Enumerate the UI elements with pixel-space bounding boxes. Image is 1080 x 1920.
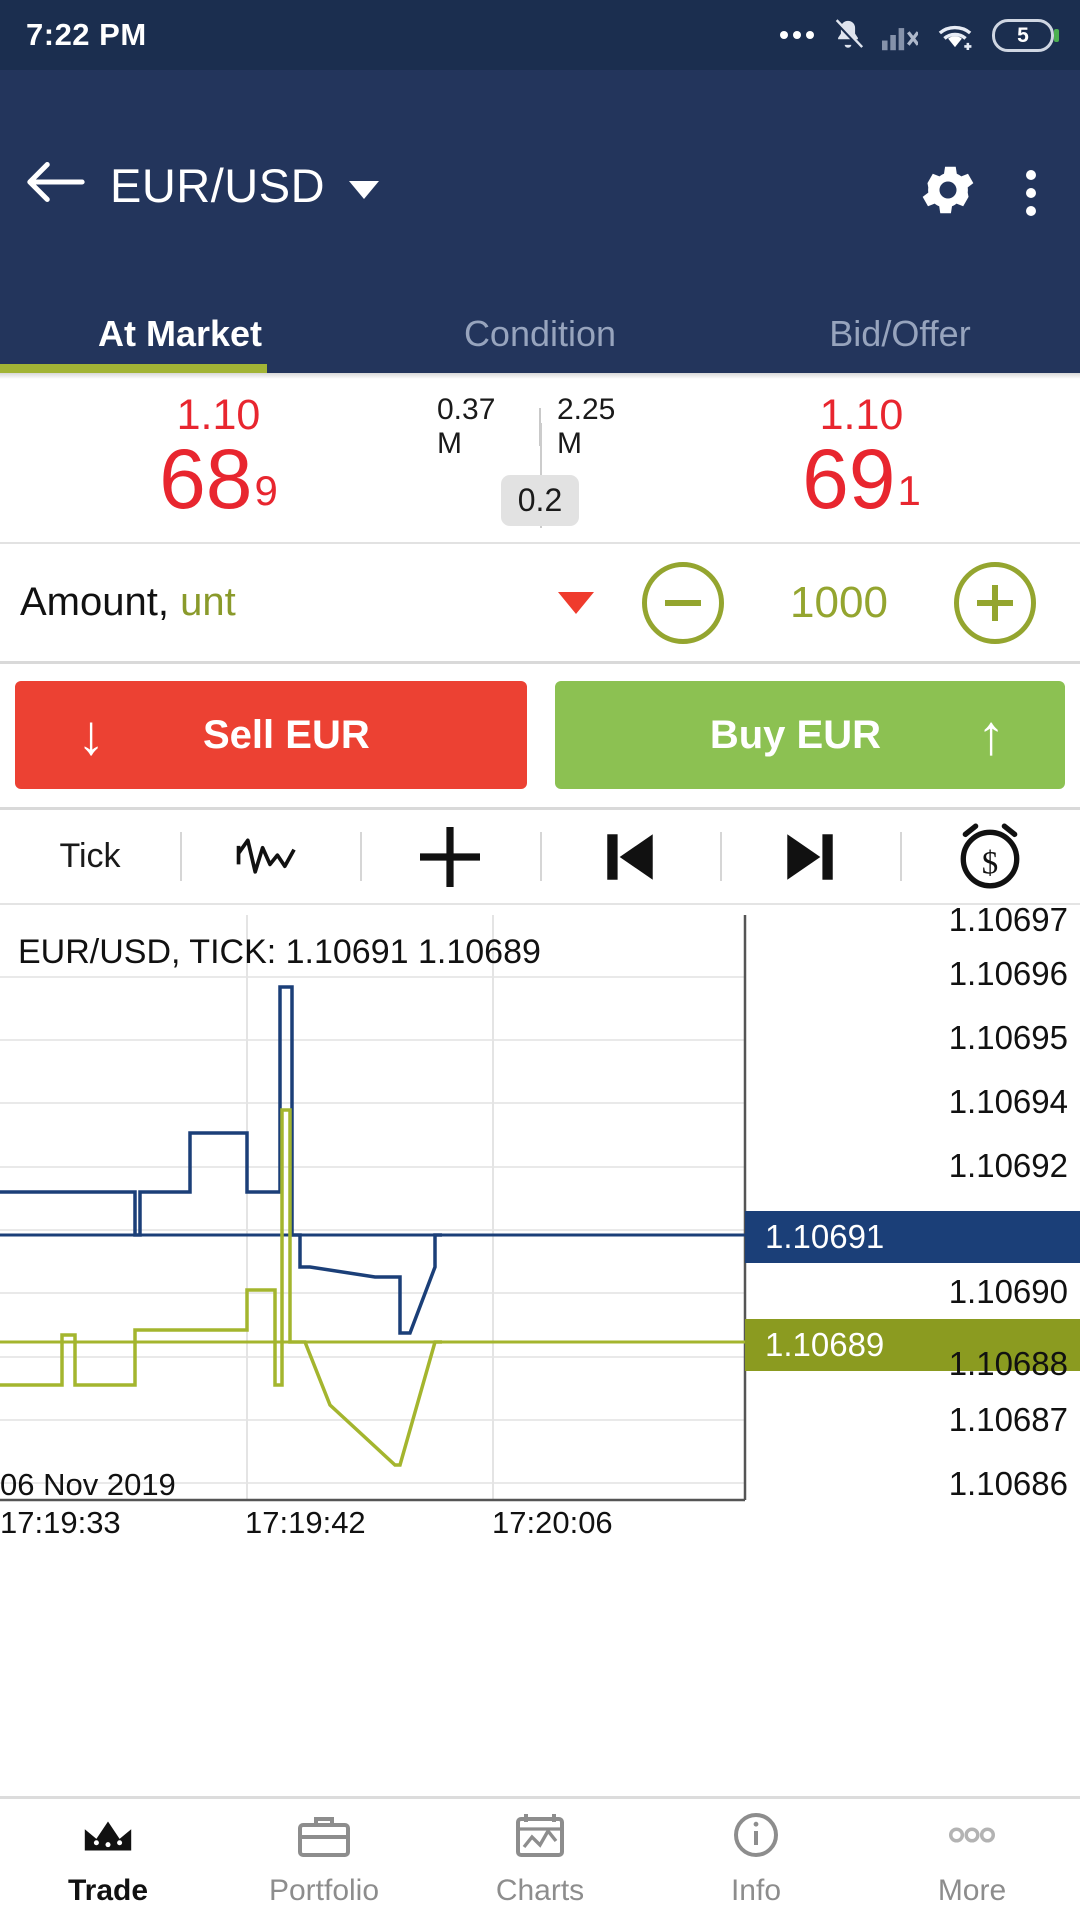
back-arrow-icon[interactable] — [0, 158, 110, 206]
buy-button[interactable]: Buy EUR ↑ — [555, 681, 1065, 789]
axis-tick: 1.10687 — [948, 1401, 1068, 1438]
nav-item-portfolio[interactable]: Portfolio — [216, 1799, 432, 1920]
minus-glyph — [665, 599, 701, 606]
spread-column: 0.37 M 2.25 M 0.2 — [437, 379, 643, 528]
nav-item-more[interactable]: More — [864, 1799, 1080, 1920]
ask-price-fraction: 1 — [897, 466, 921, 514]
order-type-tabs: At Market Condition Bid/Offer — [0, 295, 1080, 373]
amount-label-text: Amount, — [20, 580, 169, 624]
chevron-down-icon[interactable] — [349, 180, 380, 199]
active-tab-indicator — [0, 364, 267, 373]
quantity-increment-button[interactable] — [954, 561, 1036, 644]
price-chart[interactable]: EUR/USD, TICK: 1.10691 1.10689 06 Nov 20… — [0, 901, 1080, 1555]
quantity-decrement-button[interactable] — [642, 561, 724, 644]
bid-volume: 0.37 M — [437, 393, 496, 460]
status-icons: 5 — [780, 16, 1059, 54]
amount-unit: unt — [180, 580, 236, 624]
info-circle-icon — [730, 1811, 782, 1864]
axis-tick: 1.10686 — [948, 1465, 1068, 1502]
axis-tick: 1.10695 — [948, 1019, 1068, 1056]
axis-tick: 1.10692 — [948, 1147, 1068, 1184]
spread-badge: 0.2 — [500, 475, 580, 526]
nav-label-more: More — [937, 1874, 1007, 1907]
trade-crown-icon — [79, 1811, 137, 1864]
amount-row: Amount, unt 1000 — [0, 544, 1080, 664]
axis-tick: 1.10690 — [948, 1273, 1068, 1310]
chart-timeframe-label: Tick — [59, 837, 121, 875]
amount-label: Amount, unt — [20, 580, 236, 625]
crosshair-plus-icon[interactable] — [360, 810, 540, 903]
bid-price-fraction: 9 — [254, 466, 278, 514]
plus-glyph-v — [992, 584, 998, 621]
time-tick: 17:19:42 — [245, 1505, 366, 1540]
svg-text:$: $ — [982, 845, 998, 881]
tab-condition[interactable]: Condition — [360, 295, 720, 373]
skip-next-icon[interactable] — [720, 810, 900, 903]
skip-previous-icon[interactable] — [540, 810, 720, 903]
time-tick: 17:19:33 — [0, 1505, 121, 1540]
sell-button-label: Sell EUR — [203, 712, 370, 757]
chart-date-label: 06 Nov 2019 — [0, 1467, 176, 1502]
nav-label-charts: Charts — [495, 1874, 585, 1907]
bid-price-big: 68 — [159, 432, 253, 526]
nav-label-info: Info — [730, 1874, 782, 1907]
wifi-icon — [935, 18, 975, 52]
page-title: EUR/USD — [110, 159, 326, 212]
app-bar: EUR/USD — [0, 70, 1080, 295]
quote-panel: 1.10 68 9 0.37 M 2.25 M 0.2 1.10 69 1 — [0, 379, 1080, 544]
buy-button-label: Buy EUR — [709, 712, 881, 757]
chart-icon — [513, 1811, 567, 1864]
bell-muted-icon — [831, 16, 865, 54]
bottom-navigation: Trade Portfolio Charts Info More — [0, 1796, 1080, 1920]
briefcase-icon — [296, 1811, 352, 1864]
signal-off-icon — [882, 18, 918, 52]
more-dots-icon — [780, 31, 814, 39]
caret-down-icon[interactable] — [558, 591, 594, 614]
chart-toolbar: Tick $ — [0, 807, 1080, 905]
bid-quote[interactable]: 1.10 68 9 — [0, 379, 437, 526]
battery-icon: 5 — [992, 18, 1059, 52]
axis-tick: 1.10697 — [948, 901, 1068, 938]
nav-item-info[interactable]: Info — [648, 1799, 864, 1920]
sell-button[interactable]: ↓ Sell EUR — [15, 681, 527, 789]
kebab-menu-icon[interactable] — [1026, 169, 1036, 216]
quantity-value[interactable]: 1000 — [724, 578, 954, 628]
ask-price-big: 69 — [802, 432, 896, 526]
arrow-down-icon: ↓ — [77, 703, 105, 766]
status-bar: 7:22 PM 5 — [0, 0, 1080, 70]
tab-bid-offer[interactable]: Bid/Offer — [720, 295, 1080, 373]
axis-tick: 1.10696 — [948, 955, 1068, 992]
ask-price-badge: 1.10691 — [745, 1211, 1080, 1263]
ask-quote[interactable]: 1.10 69 1 — [643, 379, 1080, 526]
price-axis: 1.10697 1.10696 1.10695 1.10694 1.10692 … — [745, 901, 1080, 1555]
arrow-up-icon: ↑ — [977, 703, 1005, 766]
axis-tick: 1.10688 — [948, 1345, 1068, 1382]
nav-item-trade[interactable]: Trade — [0, 1799, 216, 1920]
time-tick: 17:20:06 — [492, 1505, 613, 1540]
nav-item-charts[interactable]: Charts — [432, 1799, 648, 1920]
more-dots-icon — [943, 1811, 1001, 1864]
chart-title: EUR/USD, TICK: 1.10691 1.10689 — [18, 933, 541, 971]
gear-icon[interactable] — [916, 158, 980, 227]
ask-price-main: 69 1 — [802, 432, 921, 526]
bid-price-main: 68 9 — [159, 432, 278, 526]
tab-at-market[interactable]: At Market — [0, 295, 360, 373]
trade-actions: ↓ Sell EUR Buy EUR ↑ — [0, 664, 1080, 807]
symbol-selector[interactable]: EUR/USD — [110, 158, 380, 213]
ask-volume: 2.25 M — [556, 393, 616, 460]
price-alert-clock-icon[interactable]: $ — [900, 810, 1080, 903]
battery-level: 5 — [1017, 23, 1029, 47]
nav-label-trade: Trade — [67, 1874, 149, 1907]
app-bar-actions — [916, 158, 1080, 227]
chart-timeframe-button[interactable]: Tick — [0, 810, 180, 903]
nav-label-portfolio: Portfolio — [268, 1874, 380, 1907]
status-time: 7:22 PM — [26, 17, 147, 52]
axis-tick: 1.10694 — [948, 1083, 1068, 1120]
line-chart-icon[interactable] — [180, 810, 360, 903]
